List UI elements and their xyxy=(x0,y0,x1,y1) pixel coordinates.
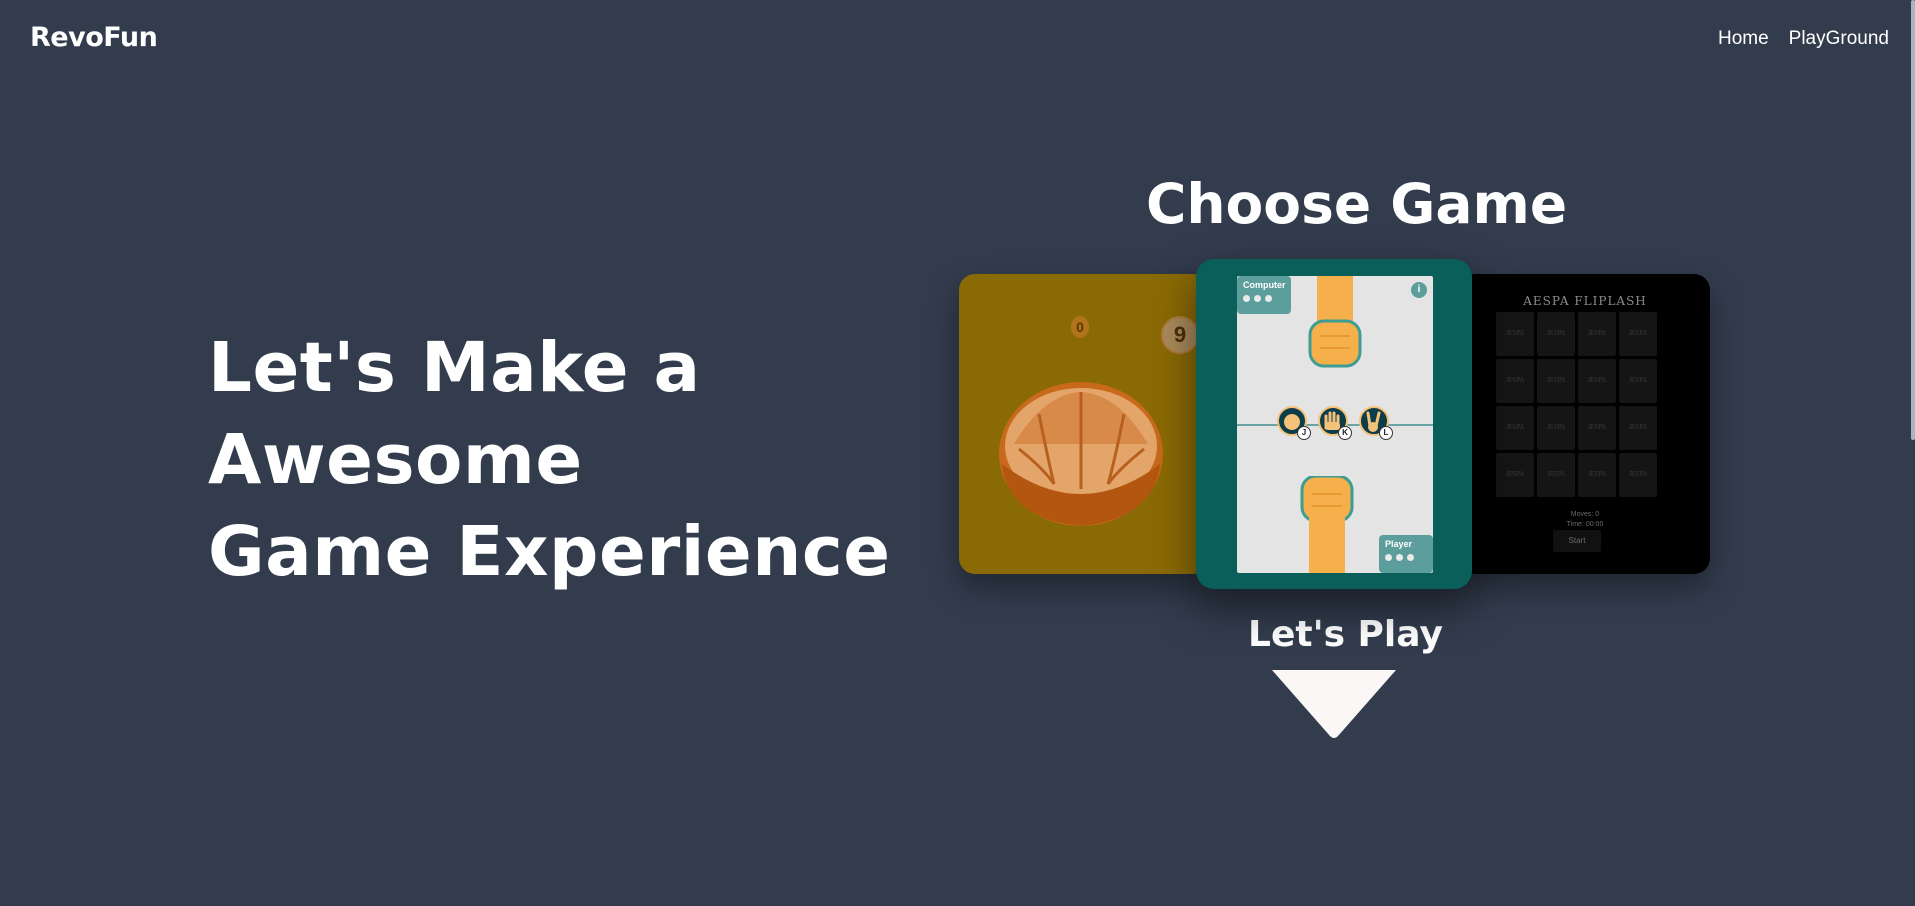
play-down-arrow-icon[interactable] xyxy=(1272,670,1396,740)
memory-tile[interactable]: ÆSPA xyxy=(1537,359,1575,403)
memory-tile[interactable]: ÆSPA xyxy=(1619,453,1657,497)
memory-stats: Moves: 0 Time: 00:00 xyxy=(1460,510,1710,530)
score-badge-left: 0 xyxy=(1071,316,1089,338)
game-card-orange[interactable]: 0 9 xyxy=(959,274,1209,574)
brand-logo[interactable]: RevoFun xyxy=(30,22,158,53)
memory-tile[interactable]: ÆSPA xyxy=(1619,312,1657,356)
lets-play-label: Let's Play xyxy=(1248,614,1443,655)
memory-moves: Moves: 0 xyxy=(1570,511,1600,518)
memory-start-button[interactable]: Start xyxy=(1553,530,1601,552)
memory-tile[interactable]: ÆSPA xyxy=(1496,406,1534,450)
computer-fist-icon xyxy=(1308,276,1362,368)
computer-score-panel: Computer xyxy=(1237,276,1291,314)
choose-game-title: Choose Game xyxy=(1146,172,1568,236)
memory-tile[interactable]: ÆSPA xyxy=(1537,312,1575,356)
memory-tile[interactable]: ÆSPA xyxy=(1537,406,1575,450)
player-label: Player xyxy=(1385,539,1413,549)
top-nav: Home PlayGround xyxy=(1718,28,1889,50)
hero-heading: Let's Make a Awesome Game Experience xyxy=(208,322,891,598)
memory-tile[interactable]: ÆSPA xyxy=(1496,453,1534,497)
hero-line-1: Let's Make a xyxy=(208,328,701,408)
hero-line-2: Awesome xyxy=(208,420,583,500)
page-scrollbar[interactable] xyxy=(1911,0,1915,440)
computer-score-dots xyxy=(1243,295,1285,302)
memory-tile[interactable]: ÆSPA xyxy=(1619,406,1657,450)
memory-tile[interactable]: ÆSPA xyxy=(1496,359,1534,403)
memory-tile[interactable]: ÆSPA xyxy=(1537,453,1575,497)
nav-link-playground[interactable]: PlayGround xyxy=(1789,28,1889,50)
computer-label: Computer xyxy=(1243,280,1286,290)
scissors-key: L xyxy=(1379,426,1393,440)
game-card-memory[interactable]: AESPA FLIPLASH ÆSPA ÆSPA ÆSPA ÆSPA ÆSPA … xyxy=(1460,274,1710,574)
rps-board: Computer i J K L Player xyxy=(1237,276,1433,573)
nav-link-home[interactable]: Home xyxy=(1718,28,1769,50)
memory-tile-grid: ÆSPA ÆSPA ÆSPA ÆSPA ÆSPA ÆSPA ÆSPA ÆSPA … xyxy=(1496,312,1657,497)
player-score-panel: Player xyxy=(1379,535,1433,573)
scissors-choice-button[interactable]: L xyxy=(1359,406,1393,440)
memory-tile[interactable]: ÆSPA xyxy=(1496,312,1534,356)
rock-choice-button[interactable]: J xyxy=(1277,406,1311,440)
orange-fruit-icon xyxy=(999,382,1163,526)
paper-choice-button[interactable]: K xyxy=(1318,406,1352,440)
memory-tile[interactable]: ÆSPA xyxy=(1578,359,1616,403)
info-icon[interactable]: i xyxy=(1411,282,1427,298)
memory-tile[interactable]: ÆSPA xyxy=(1619,359,1657,403)
rock-key: J xyxy=(1297,426,1311,440)
paper-key: K xyxy=(1338,426,1352,440)
memory-tile[interactable]: ÆSPA xyxy=(1578,453,1616,497)
hero-line-3: Game Experience xyxy=(208,512,891,592)
memory-game-title: AESPA FLIPLASH xyxy=(1523,294,1647,308)
memory-time: Time: 00:00 xyxy=(1566,521,1604,528)
score-badge-right: 9 xyxy=(1161,316,1199,354)
memory-tile[interactable]: ÆSPA xyxy=(1578,406,1616,450)
player-score-dots xyxy=(1385,554,1427,561)
game-card-rps[interactable]: Computer i J K L Player xyxy=(1196,259,1472,589)
memory-tile[interactable]: ÆSPA xyxy=(1578,312,1616,356)
player-fist-icon xyxy=(1300,476,1354,573)
